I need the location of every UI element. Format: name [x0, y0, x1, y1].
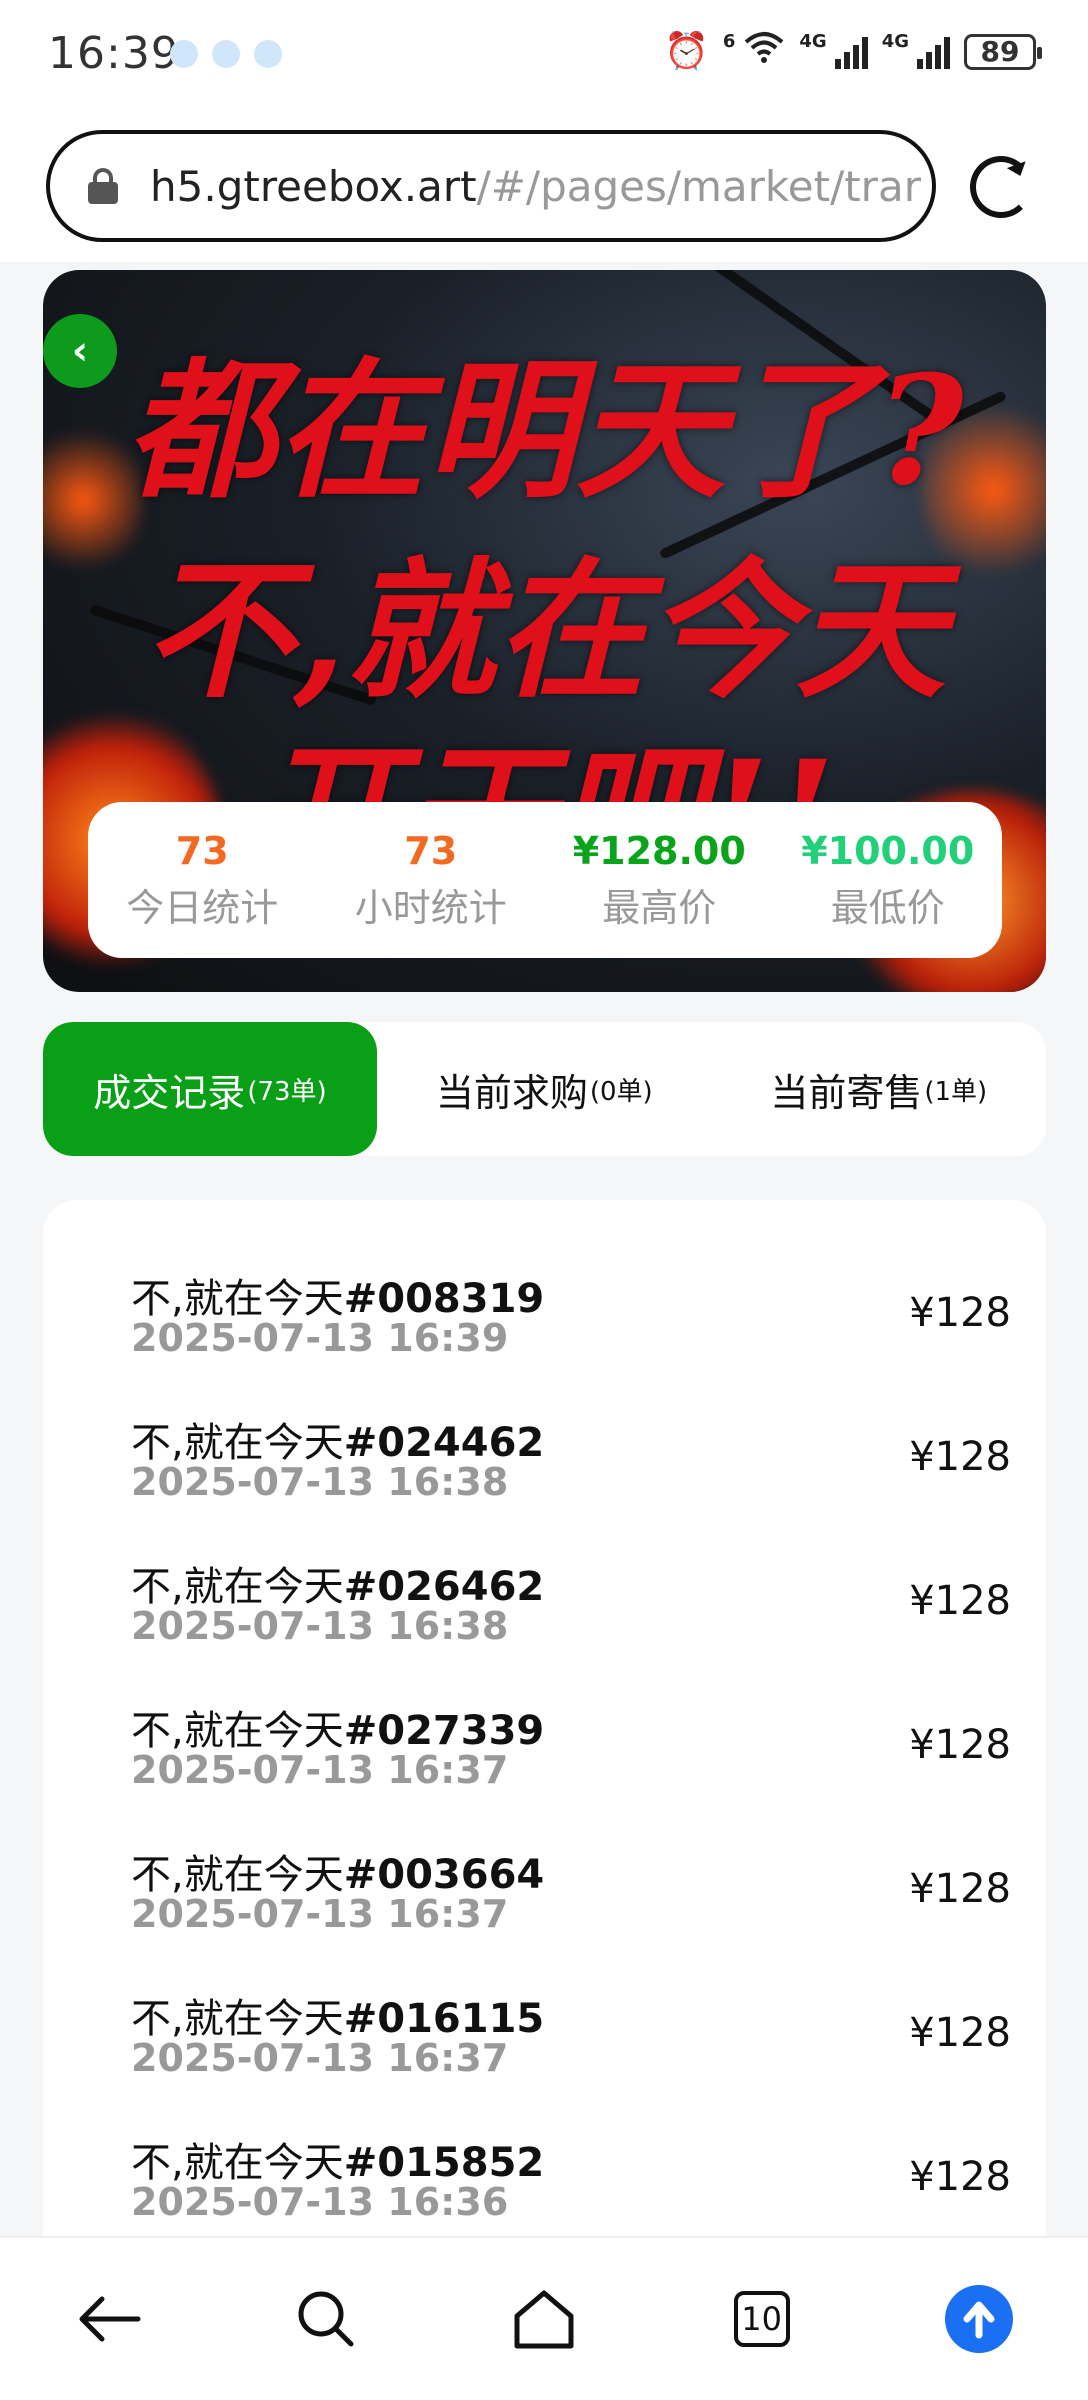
signal-icon [917, 35, 950, 69]
item-price: ¥128 [909, 1866, 1011, 1912]
stat-label: 小时统计 [354, 885, 507, 930]
item-time: 2025-07-13 16:38 [131, 1460, 509, 1504]
back-arrow-icon[interactable] [69, 2279, 149, 2359]
item-price: ¥128 [909, 1722, 1011, 1768]
tab-deals[interactable]: 成交记录 (73单) [43, 1022, 377, 1156]
item-time: 2025-07-13 16:36 [131, 2180, 509, 2224]
list-item[interactable]: 不,就在今天#003664 2025-07-13 16:37 ¥128 [131, 1842, 1011, 1962]
stat-value: 73 [175, 828, 229, 873]
stat-value: 73 [404, 828, 458, 873]
banner-title-line-1: 都在明天了? [125, 343, 964, 519]
stat-today: 73 今日统计 [97, 829, 307, 932]
item-time: 2025-07-13 16:37 [131, 1892, 509, 1936]
list-item[interactable]: 不,就在今天#015852 2025-07-13 16:36 ¥128 [131, 2130, 1011, 2250]
market-stats: 73 今日统计 73 小时统计 ¥128.00 最高价 ¥100.00 最低价 [88, 802, 1002, 958]
item-price: ¥128 [909, 2154, 1011, 2200]
alarm-icon: ⏰ [664, 30, 709, 72]
stat-label: 最高价 [602, 885, 717, 930]
battery-icon: 89 [964, 33, 1042, 70]
wifi-label: 6 [722, 31, 736, 52]
lock-icon [88, 168, 118, 204]
item-price: ¥128 [909, 2010, 1011, 2056]
stat-label: 最低价 [830, 885, 945, 930]
tab-count: 10 [733, 2291, 790, 2347]
list-item[interactable]: 不,就在今天#008319 2025-07-13 16:39 ¥128 [131, 1266, 1011, 1386]
item-time: 2025-07-13 16:37 [131, 2036, 509, 2080]
browser-toolbar: h5.gtreebox.art/#/pages/market/trar [0, 112, 1088, 262]
clock: 16:39 [48, 28, 180, 79]
back-button[interactable]: ‹ [43, 314, 117, 388]
upload-icon[interactable] [939, 2279, 1019, 2359]
network-type: 4G [881, 31, 909, 52]
stat-label: 今日统计 [126, 885, 279, 930]
notification-icons [170, 40, 282, 68]
stat-highest: ¥128.00 最高价 [554, 829, 764, 932]
list-item[interactable]: 不,就在今天#024462 2025-07-13 16:38 ¥128 [131, 1410, 1011, 1530]
stat-value: ¥100.00 [801, 828, 975, 873]
address-bar[interactable]: h5.gtreebox.art/#/pages/market/trar [46, 130, 936, 242]
notification-icon [170, 40, 198, 68]
record-tabs: 成交记录 (73单) 当前求购 (0单) 当前寄售 (1单) [43, 1022, 1046, 1156]
tab-consignments[interactable]: 当前寄售 (1单) [712, 1022, 1047, 1156]
list-item[interactable]: 不,就在今天#026462 2025-07-13 16:38 ¥128 [131, 1554, 1011, 1674]
reload-icon[interactable] [970, 156, 1032, 218]
deal-list: 不,就在今天#008319 2025-07-13 16:39 ¥128 不,就在… [43, 1200, 1046, 2300]
tab-buy-orders[interactable]: 当前求购 (0单) [377, 1022, 712, 1156]
stat-value: ¥128.00 [572, 828, 746, 873]
url-text[interactable]: h5.gtreebox.art/#/pages/market/trar [150, 162, 921, 211]
notification-icon [212, 40, 240, 68]
chevron-left-icon: ‹ [71, 328, 89, 374]
notification-icon [254, 40, 282, 68]
item-price: ¥128 [909, 1290, 1011, 1336]
system-icons: ⏰ 6 4G 4G 89 [664, 30, 1042, 73]
status-bar: 16:39 ⏰ 6 4G 4G 89 [0, 0, 1088, 112]
stat-hour: 73 小时统计 [326, 829, 536, 932]
network-type: 4G [799, 31, 827, 52]
item-time: 2025-07-13 16:39 [131, 1316, 509, 1360]
list-item[interactable]: 不,就在今天#027339 2025-07-13 16:37 ¥128 [131, 1698, 1011, 1818]
signal-icon [834, 35, 868, 69]
tabs-icon[interactable]: 10 [722, 2279, 802, 2359]
item-price: ¥128 [909, 1578, 1011, 1624]
item-time: 2025-07-13 16:37 [131, 1748, 509, 1792]
home-icon[interactable] [504, 2279, 584, 2359]
browser-bottom-nav: 10 [0, 2236, 1088, 2400]
item-price: ¥128 [909, 1434, 1011, 1480]
list-item[interactable]: 不,就在今天#016115 2025-07-13 16:37 ¥128 [131, 1986, 1011, 2106]
item-time: 2025-07-13 16:38 [131, 1604, 509, 1648]
stat-lowest: ¥100.00 最低价 [783, 829, 993, 932]
wifi-icon [743, 30, 785, 73]
search-icon[interactable] [286, 2279, 366, 2359]
